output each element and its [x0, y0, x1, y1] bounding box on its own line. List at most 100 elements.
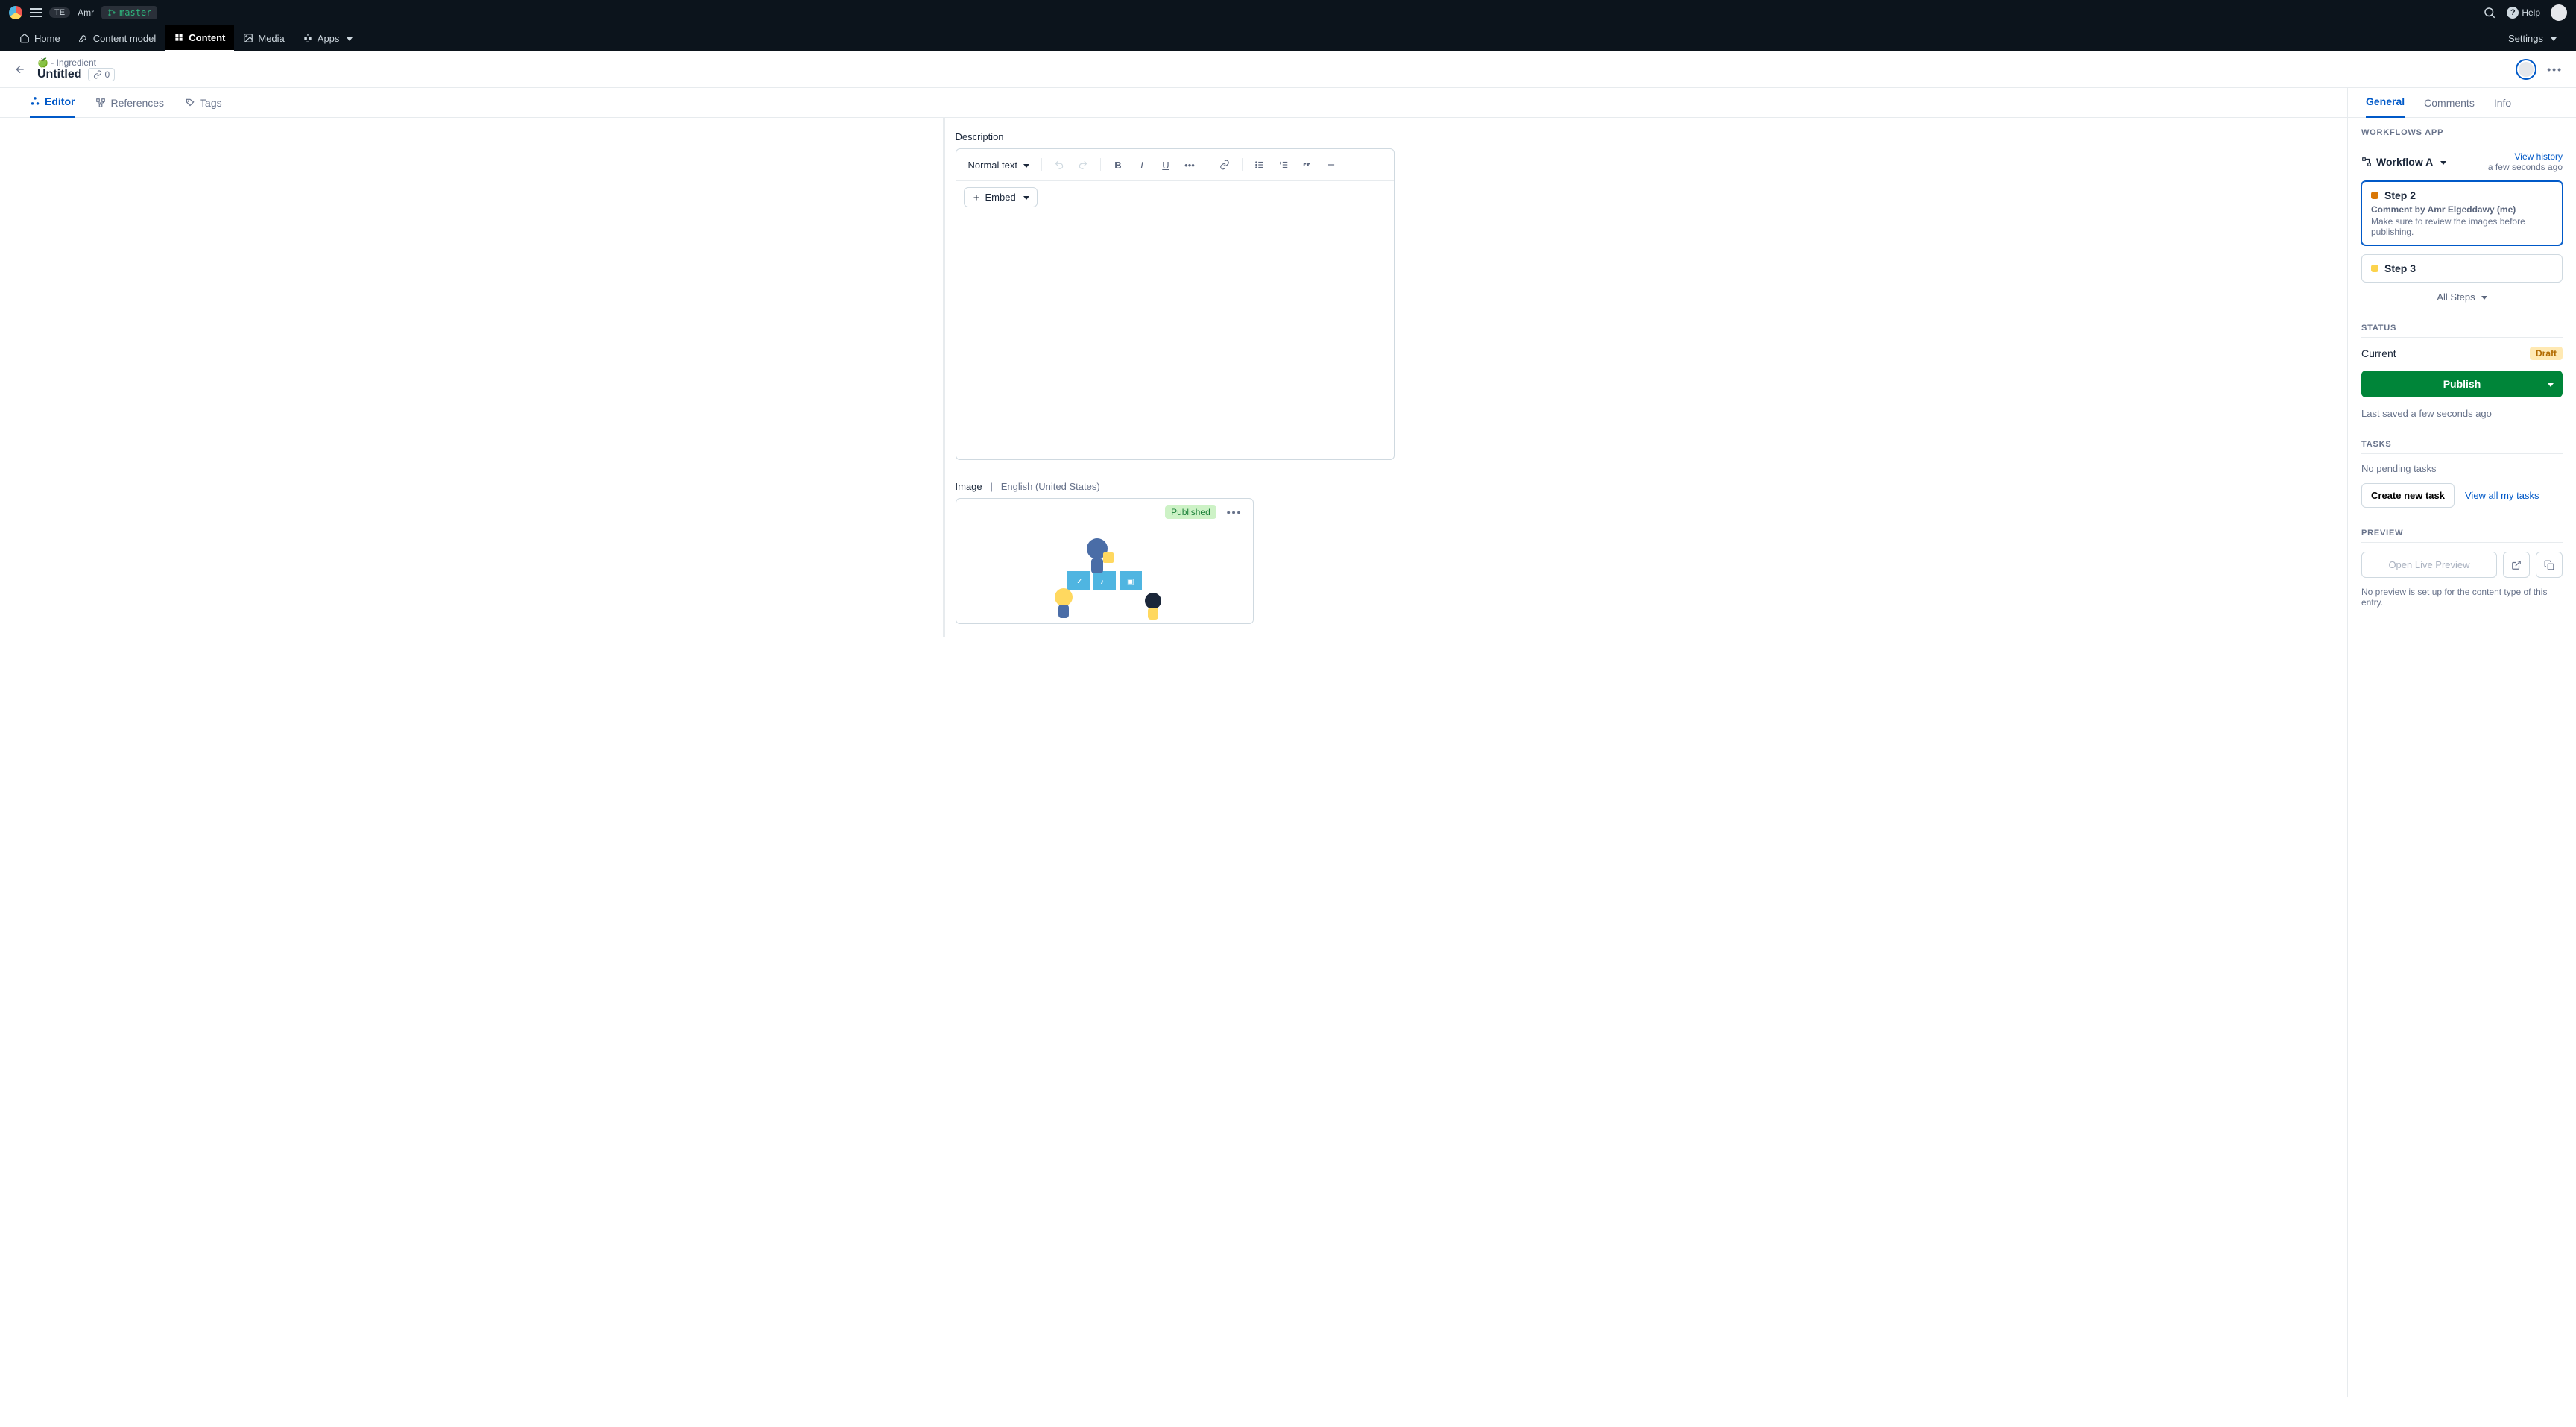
arrow-left-icon — [14, 63, 26, 75]
link-icon — [93, 70, 102, 79]
step-status-dot — [2371, 265, 2378, 272]
quote-icon — [1302, 160, 1313, 170]
tasks-section: TASKS No pending tasks Create new task V… — [2348, 429, 2576, 518]
copy-preview-button[interactable] — [2536, 552, 2563, 578]
quote-button[interactable] — [1298, 155, 1317, 174]
entry-title: Untitled — [37, 68, 82, 81]
incoming-links-chip[interactable]: 0 — [88, 68, 116, 81]
apps-icon — [303, 33, 313, 43]
link-icon — [1219, 160, 1230, 170]
contentful-logo[interactable] — [9, 6, 22, 19]
more-formatting-button[interactable]: ••• — [1180, 155, 1199, 174]
description-label: Description — [956, 131, 1395, 142]
status-badge: Draft — [2530, 347, 2563, 360]
left-tabs: Editor References Tags — [0, 88, 2347, 118]
rich-text-editor: Normal text B I U ••• — [956, 148, 1395, 460]
editor-icon — [30, 96, 40, 107]
media-icon — [243, 33, 253, 43]
right-tabs: General Comments Info — [2348, 88, 2576, 118]
step-status-dot — [2371, 192, 2378, 199]
nav-content[interactable]: Content — [165, 25, 234, 51]
help-icon: ? — [2507, 7, 2519, 19]
tab-references[interactable]: References — [95, 88, 164, 118]
hr-button[interactable] — [1322, 155, 1341, 174]
branch-pill[interactable]: master — [101, 6, 157, 19]
svg-text:♪: ♪ — [1100, 578, 1104, 586]
link-button[interactable] — [1215, 155, 1234, 174]
workflow-selector[interactable]: Workflow A — [2361, 156, 2446, 168]
hr-icon — [1326, 160, 1336, 170]
references-icon — [95, 98, 106, 108]
italic-button[interactable]: I — [1132, 155, 1152, 174]
nav-media[interactable]: Media — [234, 25, 293, 51]
undo-button[interactable] — [1049, 155, 1069, 174]
view-tasks-link[interactable]: View all my tasks — [2465, 490, 2539, 501]
workflow-step-card[interactable]: Step 3 — [2361, 254, 2563, 283]
hamburger-icon[interactable] — [30, 8, 42, 17]
user-name: Amr — [78, 7, 94, 18]
help-label: Help — [2522, 7, 2540, 18]
nav-content-model[interactable]: Content model — [69, 25, 165, 51]
chevron-down-icon — [344, 33, 353, 44]
nav-home[interactable]: Home — [10, 25, 69, 51]
tab-info-label: Info — [2494, 97, 2511, 109]
underline-button[interactable]: U — [1156, 155, 1175, 174]
asset-status-badge: Published — [1165, 505, 1216, 519]
tab-editor[interactable]: Editor — [30, 88, 75, 118]
workflow-step-card[interactable]: Step 2Comment by Amr Elgeddawy (me)Make … — [2361, 181, 2563, 245]
ordered-list-button[interactable] — [1274, 155, 1293, 174]
tab-info[interactable]: Info — [2494, 88, 2511, 118]
redo-icon — [1078, 160, 1088, 170]
redo-button[interactable] — [1073, 155, 1093, 174]
nav-content-model-label: Content model — [93, 33, 157, 44]
publish-button[interactable]: Publish — [2361, 371, 2563, 397]
nav-apps-label: Apps — [318, 33, 340, 44]
history-timestamp: a few seconds ago — [2488, 162, 2563, 172]
preview-note: No preview is set up for the content typ… — [2361, 587, 2563, 608]
undo-icon — [1054, 160, 1064, 170]
tab-comments[interactable]: Comments — [2424, 88, 2475, 118]
tab-general[interactable]: General — [2366, 88, 2405, 118]
rte-content-area[interactable] — [956, 213, 1394, 459]
create-task-button[interactable]: Create new task — [2361, 483, 2455, 508]
embed-label: Embed — [985, 192, 1016, 203]
topbar: TE Amr master ? Help — [0, 0, 2576, 25]
embed-button[interactable]: Embed — [964, 187, 1038, 207]
ordered-list-icon — [1278, 160, 1289, 170]
active-user-avatar[interactable] — [2516, 59, 2536, 80]
bold-button[interactable]: B — [1108, 155, 1128, 174]
svg-text:✓: ✓ — [1076, 578, 1082, 586]
text-style-selector[interactable]: Normal text — [964, 157, 1034, 174]
asset-actions-menu[interactable]: ••• — [1224, 503, 1246, 521]
nav-settings[interactable]: Settings — [2499, 25, 2566, 51]
last-saved-text: Last saved a few seconds ago — [2361, 408, 2563, 419]
entry-actions-menu[interactable]: ••• — [2544, 60, 2566, 78]
image-asset-card[interactable]: Published ••• — [956, 498, 1254, 624]
open-external-button[interactable] — [2503, 552, 2530, 578]
all-steps-toggle[interactable]: All Steps — [2361, 292, 2563, 303]
preview-section: PREVIEW Open Live Preview No preview is … — [2348, 518, 2576, 618]
tab-general-label: General — [2366, 95, 2405, 107]
step-name: Step 2 — [2384, 189, 2416, 201]
text-style-label: Normal text — [968, 160, 1017, 171]
status-heading: STATUS — [2361, 324, 2563, 338]
view-history-link[interactable]: View history — [2515, 151, 2563, 162]
tasks-heading: TASKS — [2361, 440, 2563, 454]
help-button[interactable]: ? Help — [2507, 7, 2540, 19]
tab-tags-label: Tags — [200, 97, 222, 109]
org-badge: TE — [49, 7, 70, 18]
back-button[interactable] — [10, 60, 30, 79]
tab-tags[interactable]: Tags — [185, 88, 222, 118]
content-type-label: 🍏 - Ingredient — [37, 57, 115, 68]
open-preview-button[interactable]: Open Live Preview — [2361, 552, 2497, 578]
bullet-list-button[interactable] — [1250, 155, 1269, 174]
user-avatar[interactable] — [2551, 4, 2567, 21]
branch-name: master — [119, 7, 151, 18]
nav-apps[interactable]: Apps — [294, 25, 362, 51]
search-icon[interactable] — [2483, 6, 2496, 19]
home-icon — [19, 33, 30, 43]
workflow-icon — [2361, 157, 2372, 167]
nav-content-label: Content — [189, 32, 225, 43]
chevron-down-icon — [1020, 192, 1029, 203]
step-name: Step 3 — [2384, 262, 2416, 274]
